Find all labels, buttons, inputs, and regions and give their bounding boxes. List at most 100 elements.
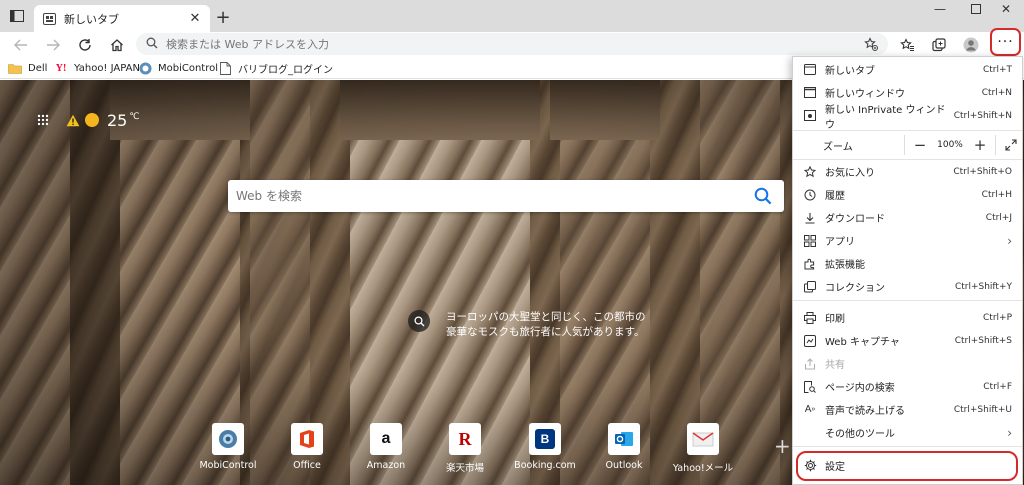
quick-link-office[interactable]: Office <box>272 423 342 471</box>
favorite-mobicontrol[interactable]: MobiControl <box>138 60 218 76</box>
tab-title: 新しいタブ <box>64 12 119 26</box>
menu-label: ダウンロード <box>825 214 885 225</box>
zoom-label: ズーム <box>823 141 853 153</box>
caption-text: ヨーロッパの大聖堂と同じく、この都市の豪華なモスクも旅行者に人気があります。 <box>446 311 646 338</box>
web-capture-icon <box>803 334 817 348</box>
fullscreen-icon[interactable] <box>1000 134 1022 156</box>
history-icon <box>803 188 817 202</box>
favorites-icon[interactable] <box>896 34 918 56</box>
quick-link-booking[interactable]: B Booking.com <box>510 423 580 471</box>
menu-label: 新しいウィンドウ <box>825 89 905 100</box>
forward-icon[interactable] <box>42 34 64 56</box>
menu-item-extensions[interactable]: 拡張機能 <box>793 252 1022 275</box>
menu-item-new-tab[interactable]: 新しいタブ Ctrl+T <box>793 58 1022 81</box>
tab-actions-icon[interactable] <box>6 7 28 25</box>
new-tab-button[interactable]: + <box>214 7 232 28</box>
menu-label: ページ内の検索 <box>825 383 895 394</box>
read-aloud-icon: A» <box>804 404 816 415</box>
menu-shortcut: Ctrl+Shift+O <box>953 166 1012 177</box>
settings-highlight-annotation <box>796 451 1018 481</box>
chevron-right-icon: › <box>1007 233 1012 248</box>
web-search-input[interactable] <box>236 189 748 203</box>
window-close-icon[interactable]: ✕ <box>988 0 1024 18</box>
tab-close-icon[interactable]: ✕ <box>188 11 202 26</box>
menu-divider <box>793 130 1022 131</box>
menu-item-downloads[interactable]: ダウンロード Ctrl+J <box>793 206 1022 229</box>
home-icon[interactable] <box>106 34 128 56</box>
extensions-puzzle-icon <box>803 257 817 271</box>
download-icon <box>803 211 817 225</box>
quick-link-yahoo-mail[interactable]: Yahoo!メール <box>668 423 738 474</box>
menu-item-web-capture[interactable]: Web キャプチャ Ctrl+Shift+S <box>793 329 1022 352</box>
quick-link-label: Yahoo!メール <box>672 463 734 474</box>
add-site-icon[interactable]: + <box>774 434 791 458</box>
zoom-level: 100% <box>937 140 963 150</box>
quick-link-rakuten[interactable]: R 楽天市場 <box>430 423 500 474</box>
tab-strip: 新しいタブ ✕ + — ✕ <box>0 0 1024 32</box>
menu-label: 印刷 <box>825 314 845 325</box>
menu-label: アプリ <box>825 237 855 248</box>
menu-label: 拡張機能 <box>825 260 865 271</box>
temperature: 25 <box>107 110 128 130</box>
menu-shortcut: Ctrl+Shift+Y <box>954 281 1012 292</box>
menu-label: 新しい InPrivate ウィンドウ <box>825 104 946 131</box>
menu-shortcut: Ctrl+J <box>985 212 1012 223</box>
zoom-out-button[interactable]: − <box>909 134 931 156</box>
quick-link-label: Office <box>293 460 321 471</box>
quick-link-mobicontrol[interactable]: MobiControl <box>193 423 263 471</box>
menu-label: お気に入り <box>825 168 875 179</box>
office-icon <box>291 423 323 455</box>
more-tools-icon <box>803 426 817 440</box>
web-search-box[interactable] <box>228 180 784 212</box>
menu-item-collections[interactable]: コレクション Ctrl+Shift+Y <box>793 275 1022 298</box>
menu-shortcut: Ctrl+Shift+U <box>953 404 1012 415</box>
menu-item-favorites[interactable]: お気に入り Ctrl+Shift+O <box>793 160 1022 183</box>
favorite-barriblog[interactable]: バリブログ_ログイン <box>218 60 333 76</box>
quick-link-label: 楽天市場 <box>445 463 484 474</box>
mobicontrol-icon <box>138 61 152 75</box>
minimize-icon[interactable]: — <box>922 0 958 18</box>
menu-shortcut: Ctrl+H <box>981 189 1012 200</box>
favorite-yahoo-japan[interactable]: Y! Yahoo! JAPAN <box>54 60 140 76</box>
weather-alert-icon[interactable] <box>66 114 80 127</box>
menu-item-share: 共有 <box>793 352 1022 375</box>
find-on-page-icon <box>803 380 817 394</box>
quick-link-label: Outlook <box>605 460 643 471</box>
menu-item-more-tools[interactable]: その他のツール › <box>793 421 1022 444</box>
quick-link-amazon[interactable]: a Amazon <box>351 423 421 471</box>
new-window-icon <box>803 86 817 100</box>
mobicontrol-icon <box>212 423 244 455</box>
image-info-search-icon[interactable] <box>408 310 430 332</box>
menu-item-find-on-page[interactable]: ページ内の検索 Ctrl+F <box>793 375 1022 398</box>
zoom-in-button[interactable]: + <box>969 134 991 156</box>
address-input[interactable] <box>166 37 860 51</box>
profile-avatar-icon[interactable] <box>960 34 982 56</box>
menu-item-new-inprivate[interactable]: 新しい InPrivate ウィンドウ Ctrl+Shift+N <box>793 104 1022 131</box>
search-icon[interactable] <box>748 181 778 211</box>
quick-link-outlook[interactable]: Outlook <box>589 423 659 471</box>
weather-widget[interactable]: 25 ℃ <box>36 110 139 130</box>
menu-item-history[interactable]: 履歴 Ctrl+H <box>793 183 1022 206</box>
menu-item-print[interactable]: 印刷 Ctrl+P <box>793 306 1022 329</box>
refresh-icon[interactable] <box>74 34 96 56</box>
zoom-divider <box>995 135 996 155</box>
menu-item-apps[interactable]: アプリ › <box>793 229 1022 252</box>
address-bar[interactable] <box>136 33 888 55</box>
add-favorite-icon[interactable] <box>860 33 882 55</box>
amazon-icon: a <box>370 423 402 455</box>
collections-icon <box>803 280 817 294</box>
favorite-label: Dell <box>28 62 48 74</box>
image-caption[interactable]: ヨーロッパの大聖堂と同じく、この都市の豪華なモスクも旅行者に人気があります。 <box>408 310 658 340</box>
favorite-dell[interactable]: Dell <box>8 60 47 76</box>
menu-shortcut: Ctrl+N <box>981 87 1012 98</box>
menu-label: その他のツール <box>825 429 895 440</box>
settings-and-more-button[interactable]: ··· <box>990 28 1021 56</box>
collections-icon[interactable] <box>928 34 950 56</box>
toolbar <box>0 32 1024 57</box>
menu-label: 音声で読み上げる <box>825 406 905 417</box>
back-icon[interactable] <box>10 34 32 56</box>
menu-item-read-aloud[interactable]: A» 音声で読み上げる Ctrl+Shift+U <box>793 398 1022 421</box>
app-launcher-icon[interactable] <box>36 113 50 127</box>
tab-new-tab[interactable]: 新しいタブ ✕ <box>34 5 210 32</box>
menu-divider <box>793 446 1022 447</box>
